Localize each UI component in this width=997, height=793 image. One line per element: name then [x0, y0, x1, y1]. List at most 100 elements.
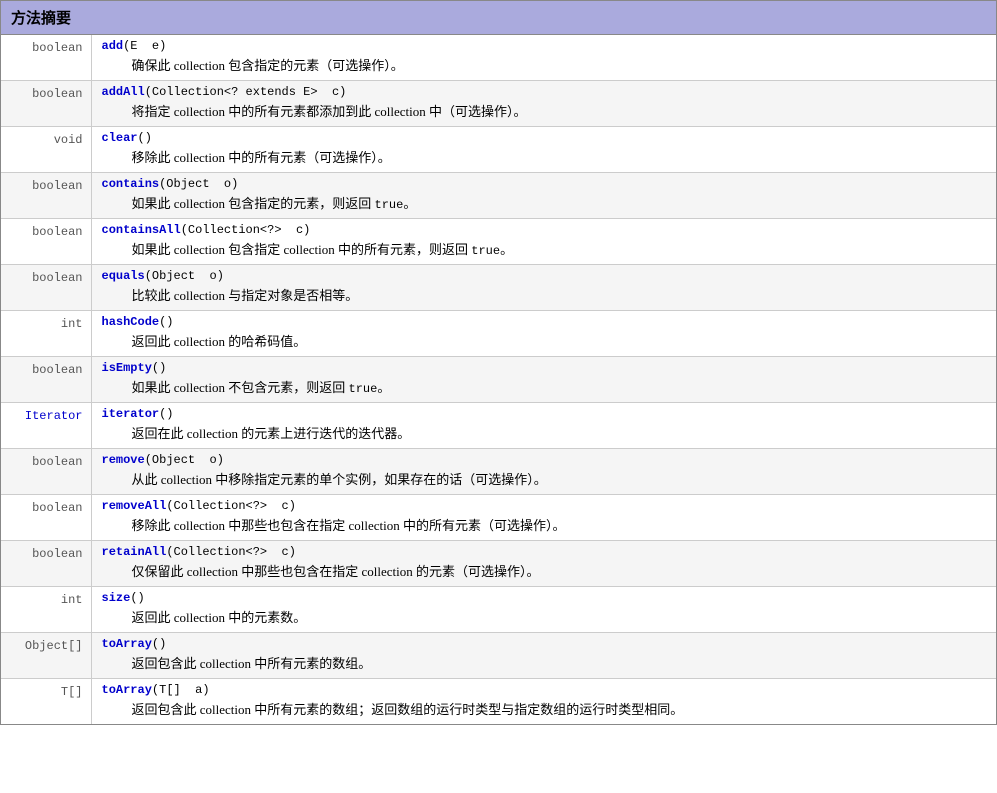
table-row: boolean add(E e)确保此 collection 包含指定的元素（可选… — [1, 35, 996, 81]
method-signature: contains(Object o) — [102, 177, 989, 191]
method-link[interactable]: addAll — [102, 85, 145, 99]
return-type-cell: boolean — [1, 35, 91, 81]
method-signature: removeAll(Collection<?> c) — [102, 499, 989, 513]
method-detail-cell: remove(Object o) 从此 collection 中移除指定元素的单个… — [91, 449, 996, 495]
method-link[interactable]: equals — [102, 269, 145, 283]
method-signature: addAll(Collection<? extends E> c) — [102, 85, 989, 99]
method-link[interactable]: remove — [102, 453, 145, 467]
table-row: Object[] toArray() 返回包含此 collection 中所有元素的… — [1, 633, 996, 679]
section-title: 方法摘要 — [11, 11, 71, 27]
return-type-cell: T[] — [1, 679, 91, 725]
method-link[interactable]: clear — [102, 131, 138, 145]
method-signature: size() — [102, 591, 989, 605]
method-signature: containsAll(Collection<?> c) — [102, 223, 989, 237]
return-type-cell: Object[] — [1, 633, 91, 679]
method-signature: toArray() — [102, 637, 989, 651]
method-detail-cell: retainAll(Collection<?> c) 仅保留此 collectio… — [91, 541, 996, 587]
return-type-cell: int — [1, 587, 91, 633]
return-type-cell: void — [1, 127, 91, 173]
method-detail-cell: addAll(Collection<? extends E> c)将指定 col… — [91, 81, 996, 127]
return-type: boolean — [32, 501, 82, 515]
return-type: int — [61, 593, 83, 607]
method-detail-cell: equals(Object o) 比较此 collection 与指定对象是否相等… — [91, 265, 996, 311]
table-row: booleanaddAll(Collection<? extends E> c)… — [1, 81, 996, 127]
inline-code: true — [375, 198, 404, 212]
method-link[interactable]: toArray — [102, 637, 152, 651]
method-link[interactable]: iterator — [102, 407, 160, 421]
table-row: boolean remove(Object o) 从此 collection 中移除… — [1, 449, 996, 495]
return-type: boolean — [32, 271, 82, 285]
inline-code: true — [471, 244, 500, 258]
method-signature: equals(Object o) — [102, 269, 989, 283]
method-detail-cell: iterator() 返回在此 collection 的元素上进行迭代的迭代器。 — [91, 403, 996, 449]
method-detail-cell: containsAll(Collection<?> c) 如果此 collecti… — [91, 219, 996, 265]
method-detail-cell: isEmpty()如果此 collection 不包含元素，则返回 true。 — [91, 357, 996, 403]
method-signature: remove(Object o) — [102, 453, 989, 467]
method-signature: iterator() — [102, 407, 989, 421]
method-detail-cell: clear() 移除此 collection 中的所有元素（可选操作）。 — [91, 127, 996, 173]
method-link[interactable]: containsAll — [102, 223, 181, 237]
table-row: boolean isEmpty()如果此 collection 不包含元素，则返回… — [1, 357, 996, 403]
return-type: boolean — [32, 547, 82, 561]
table-row: boolean containsAll(Collection<?> c) 如果此 c… — [1, 219, 996, 265]
method-description: 如果此 collection 包含指定 collection 中的所有元素，则返… — [102, 239, 989, 258]
method-detail-cell: add(E e)确保此 collection 包含指定的元素（可选操作）。 — [91, 35, 996, 81]
method-signature: hashCode() — [102, 315, 989, 329]
method-signature: isEmpty() — [102, 361, 989, 375]
method-detail-cell: toArray(T[] a) 返回包含此 collection 中所有元素的数组；… — [91, 679, 996, 725]
return-type-cell: boolean — [1, 265, 91, 311]
return-type-cell: boolean — [1, 81, 91, 127]
method-detail-cell: size() 返回此 collection 中的元素数。 — [91, 587, 996, 633]
method-description: 移除此 collection 中那些也包含在指定 collection 中的所有… — [102, 515, 989, 534]
method-signature: clear() — [102, 131, 989, 145]
return-type-cell: boolean — [1, 357, 91, 403]
table-row: boolean contains(Object o) 如果此 collection … — [1, 173, 996, 219]
return-type-cell: boolean — [1, 541, 91, 587]
return-type: void — [54, 133, 83, 147]
return-type-cell: Iterator — [1, 403, 91, 449]
table-row: T[] toArray(T[] a) 返回包含此 collection 中所有元素的… — [1, 679, 996, 725]
method-description: 从此 collection 中移除指定元素的单个实例，如果存在的话（可选操作）。 — [102, 469, 989, 488]
page-container: 方法摘要 booleanadd(E e)确保此 collection 包含指定的… — [0, 0, 997, 725]
return-type: int — [61, 317, 83, 331]
method-description: 返回包含此 collection 中所有元素的数组；返回数组的运行时类型与指定数… — [102, 699, 989, 718]
method-link[interactable]: size — [102, 591, 131, 605]
return-type: boolean — [32, 179, 82, 193]
method-link[interactable]: add — [102, 39, 124, 53]
method-signature: toArray(T[] a) — [102, 683, 989, 697]
method-description: 返回在此 collection 的元素上进行迭代的迭代器。 — [102, 423, 989, 442]
method-link[interactable]: isEmpty — [102, 361, 152, 375]
return-type: boolean — [32, 225, 82, 239]
method-description: 仅保留此 collection 中那些也包含在指定 collection 的元素… — [102, 561, 989, 580]
table-row: int size() 返回此 collection 中的元素数。 — [1, 587, 996, 633]
method-description: 返回包含此 collection 中所有元素的数组。 — [102, 653, 989, 672]
return-type-cell: boolean — [1, 173, 91, 219]
table-row: boolean equals(Object o) 比较此 collection 与指… — [1, 265, 996, 311]
table-row: void clear() 移除此 collection 中的所有元素（可选操作）。 — [1, 127, 996, 173]
method-link[interactable]: toArray — [102, 683, 152, 697]
method-detail-cell: contains(Object o) 如果此 collection 包含指定的元素… — [91, 173, 996, 219]
table-row: boolean retainAll(Collection<?> c) 仅保留此 co… — [1, 541, 996, 587]
method-description: 比较此 collection 与指定对象是否相等。 — [102, 285, 989, 304]
table-row: boolean removeAll(Collection<?> c) 移除此 col… — [1, 495, 996, 541]
method-description: 如果此 collection 包含指定的元素，则返回 true。 — [102, 193, 989, 212]
method-signature: retainAll(Collection<?> c) — [102, 545, 989, 559]
method-link[interactable]: removeAll — [102, 499, 167, 513]
method-description: 返回此 collection 中的元素数。 — [102, 607, 989, 626]
method-link[interactable]: hashCode — [102, 315, 160, 329]
return-type-link[interactable]: Iterator — [25, 409, 83, 423]
section-header: 方法摘要 — [1, 1, 996, 35]
method-link[interactable]: retainAll — [102, 545, 167, 559]
method-description: 返回此 collection 的哈希码值。 — [102, 331, 989, 350]
method-detail-cell: hashCode() 返回此 collection 的哈希码值。 — [91, 311, 996, 357]
method-description: 移除此 collection 中的所有元素（可选操作）。 — [102, 147, 989, 166]
return-type-cell: boolean — [1, 449, 91, 495]
table-row: int hashCode() 返回此 collection 的哈希码值。 — [1, 311, 996, 357]
return-type-cell: int — [1, 311, 91, 357]
return-type: boolean — [32, 363, 82, 377]
return-type: Object[] — [25, 639, 83, 653]
method-signature: add(E e) — [102, 39, 989, 53]
return-type: boolean — [32, 41, 82, 55]
inline-code: true — [349, 382, 378, 396]
method-link[interactable]: contains — [102, 177, 160, 191]
